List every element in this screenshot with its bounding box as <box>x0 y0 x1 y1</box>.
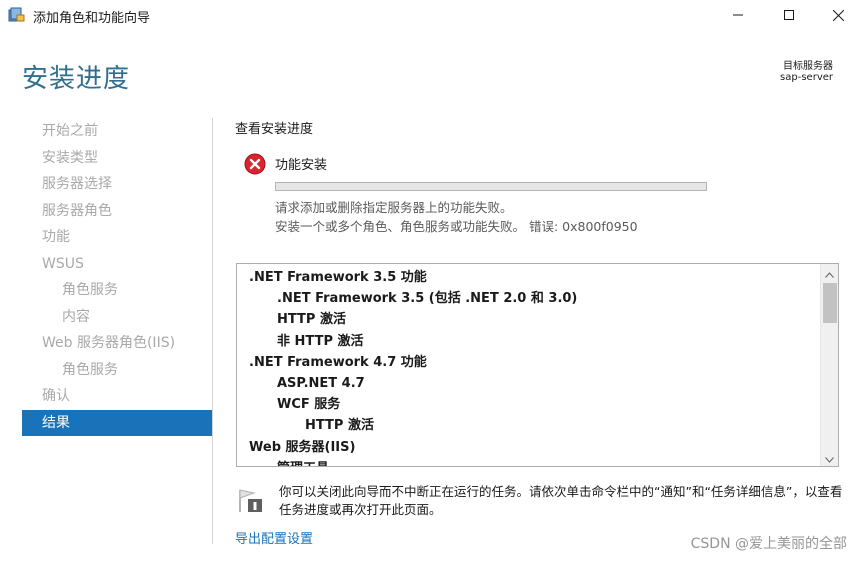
maximize-icon <box>784 10 794 20</box>
feature-list-content: .NET Framework 3.5 功能 .NET Framework 3.5 … <box>237 264 820 466</box>
nav-item-wsus[interactable]: WSUS <box>22 251 212 278</box>
server-manager-icon <box>8 7 25 22</box>
nav-item-installation-type[interactable]: 安装类型 <box>22 145 212 172</box>
feature-list-item: 管理工具 <box>237 458 820 466</box>
nav-item-results[interactable]: 结果 <box>22 409 212 436</box>
export-configuration-link[interactable]: 导出配置设置 <box>235 528 313 547</box>
chevron-up-icon <box>825 264 834 282</box>
minimize-icon <box>733 10 743 20</box>
nav-item-iis-role-services[interactable]: 角色服务 <box>22 357 212 384</box>
watermark: CSDN @爱上美丽的全部 <box>690 536 847 552</box>
feature-results-list[interactable]: .NET Framework 3.5 功能 .NET Framework 3.5 … <box>236 263 839 467</box>
maximize-button[interactable] <box>766 0 812 30</box>
scroll-down-button[interactable] <box>821 449 838 466</box>
error-icon <box>244 153 266 175</box>
nav-item-server-roles[interactable]: 服务器角色 <box>22 198 212 225</box>
feature-list-item: .NET Framework 4.7 功能 <box>249 354 427 370</box>
scrollbar-thumb[interactable] <box>823 283 837 323</box>
feature-list-item: Web 服务器(IIS) <box>249 439 356 455</box>
page-title: 安装进度 <box>22 64 131 94</box>
destination-server-value: sap-server <box>780 72 833 83</box>
feature-list-item: .NET Framework 3.5 (包括 .NET 2.0 和 3.0) <box>277 291 578 307</box>
feature-list-item: WCF 服务 <box>277 397 341 413</box>
nav-item-wsus-content[interactable]: 内容 <box>22 304 212 331</box>
feature-list-item: HTTP 激活 <box>305 418 374 434</box>
destination-server-label: 目标服务器 <box>783 61 833 72</box>
notification-note: 你可以关闭此向导而不中断正在运行的任务。请依次单击命令栏中的“通知”和“任务详细… <box>279 484 843 517</box>
close-icon <box>832 9 844 21</box>
status-message-primary: 请求添加或删除指定服务器上的功能失败。 <box>275 200 513 215</box>
window-title: 添加角色和功能向导 <box>33 11 151 26</box>
chevron-down-icon <box>825 448 834 466</box>
nav-item-before-you-begin[interactable]: 开始之前 <box>22 118 212 145</box>
nav-item-server-selection[interactable]: 服务器选择 <box>22 171 212 198</box>
status-title: 功能安装 <box>275 158 328 173</box>
close-button[interactable] <box>815 0 861 30</box>
install-progress-bar <box>275 182 707 191</box>
feature-list-item: HTTP 激活 <box>277 312 346 328</box>
nav-item-wsus-role-services[interactable]: 角色服务 <box>22 277 212 304</box>
feature-list-item: .NET Framework 3.5 功能 <box>249 270 427 285</box>
scroll-up-button[interactable] <box>821 264 838 281</box>
scrollbar[interactable] <box>820 264 838 466</box>
status-message-error: 安装一个或多个角色、角色服务或功能失败。 错误: 0x800f0950 <box>275 219 638 234</box>
nav-item-web-server-role[interactable]: Web 服务器角色(IIS) <box>22 330 212 357</box>
wizard-nav: 开始之前 安装类型 服务器选择 服务器角色 功能 WSUS 角色服务 内容 We… <box>22 118 212 436</box>
feature-list-item: ASP.NET 4.7 <box>277 375 365 391</box>
feature-list-item: 非 HTTP 激活 <box>277 333 364 349</box>
flag-notification-icon <box>236 488 264 514</box>
title-bar: 添加角色和功能向导 <box>0 0 861 30</box>
minimize-button[interactable] <box>715 0 761 30</box>
section-heading: 查看安装进度 <box>235 122 314 137</box>
nav-divider <box>212 118 213 544</box>
nav-item-features[interactable]: 功能 <box>22 224 212 251</box>
nav-item-confirmation[interactable]: 确认 <box>22 383 212 410</box>
